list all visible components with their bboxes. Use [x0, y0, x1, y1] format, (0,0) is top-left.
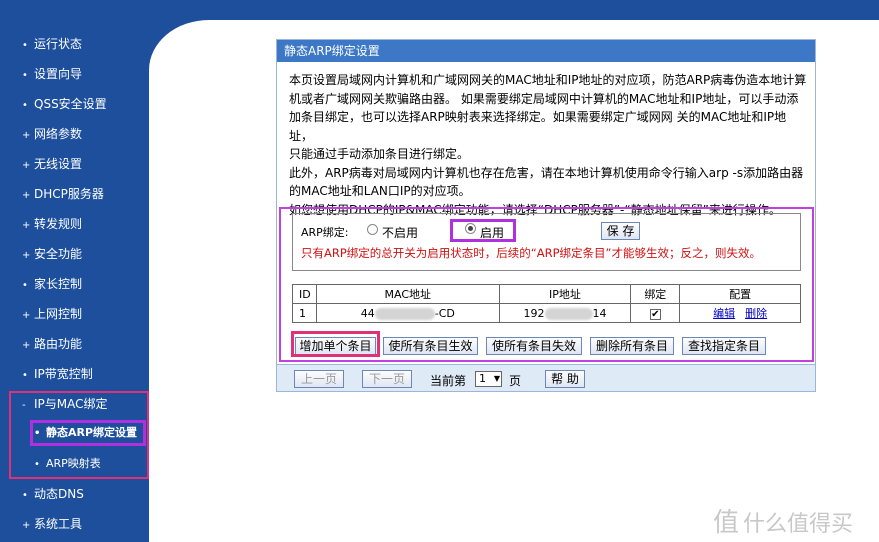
panel-description: 本页设置局域网内计算机和广域网网关的MAC地址和IP地址的对应项，防范ARP病毒…	[289, 73, 807, 217]
arp-binding-label: ARP绑定:	[301, 226, 349, 239]
radio-disable-label: 不启用	[382, 226, 419, 240]
nav-item-ddns[interactable]: • 动态DNS	[0, 479, 149, 509]
nav-item-dhcp[interactable]: + DHCP服务器	[0, 179, 149, 209]
nav-item-forwarding[interactable]: + 转发规则	[0, 209, 149, 239]
col-mac: MAC地址	[315, 284, 500, 304]
nav-item-bandwidth[interactable]: • IP带宽控制	[0, 359, 149, 389]
nav-active-highlight	[30, 420, 146, 446]
redacted-mac	[374, 307, 435, 320]
prev-page-button[interactable]: 上一页	[294, 370, 344, 388]
nav-item-setup-wizard[interactable]: • 设置向导	[0, 59, 149, 89]
col-id: ID	[292, 284, 317, 304]
col-config: 配置	[679, 284, 801, 304]
page-select[interactable]: 1	[475, 371, 502, 387]
save-button[interactable]: 保 存	[601, 222, 640, 240]
nav-item-access-control[interactable]: + 上网控制	[0, 299, 149, 329]
nav-item-running-status[interactable]: • 运行状态	[0, 29, 149, 59]
arp-switch-box	[292, 213, 801, 271]
nav-item-qss[interactable]: • QSS安全设置	[0, 89, 149, 119]
row-ip: 192 14	[498, 303, 632, 323]
arp-binding-table: ID MAC地址 IP地址 绑定 配置 1 44 -CD 192 14 ✔ 编辑 删除	[292, 284, 801, 323]
nav-item-wireless[interactable]: + 无线设置	[0, 149, 149, 179]
col-ip: IP地址	[498, 284, 632, 304]
enable-all-button[interactable]: 使所有条目生效	[383, 337, 478, 355]
panel-title: 静态ARP绑定设置	[277, 40, 815, 62]
help-button[interactable]: 帮 助	[545, 370, 585, 388]
next-page-button[interactable]: 下一页	[362, 370, 412, 388]
nav-item-routing[interactable]: + 路由功能	[0, 329, 149, 359]
redacted-ip	[544, 307, 593, 320]
watermark-text: 什么值得买	[743, 512, 854, 537]
radio-disable[interactable]	[367, 224, 378, 235]
edit-link[interactable]: 编辑	[713, 307, 735, 320]
binding-warning: 只有ARP绑定的总开关为启用状态时，后续的“ARP绑定条目”才能够生效；反之，则…	[301, 246, 761, 260]
disable-all-button[interactable]: 使所有条目失效	[486, 337, 582, 355]
row-config: 编辑 删除	[679, 303, 801, 323]
watermark-logo-icon: 值	[713, 508, 740, 538]
table-row: 1 44 -CD 192 14 ✔ 编辑 删除	[292, 303, 801, 323]
nav-item-security[interactable]: + 安全功能	[0, 239, 149, 269]
row-id: 1	[292, 303, 317, 323]
nav-item-parental[interactable]: • 家长控制	[0, 269, 149, 299]
delete-all-button[interactable]: 删除所有条目	[590, 337, 674, 355]
table-header-row: ID MAC地址 IP地址 绑定 配置	[292, 284, 801, 304]
nav-item-network[interactable]: + 网络参数	[0, 119, 149, 149]
row-mac: 44 -CD	[315, 303, 500, 323]
enable-highlight	[450, 219, 516, 242]
page-unit-label: 页	[509, 374, 522, 388]
top-banner	[0, 0, 879, 20]
bound-checkbox[interactable]: ✔	[649, 308, 661, 320]
row-bound: ✔	[630, 303, 681, 323]
delete-link[interactable]: 删除	[745, 307, 767, 320]
current-page-label: 当前第	[430, 374, 467, 388]
watermark: 值什么值得买	[713, 502, 853, 539]
find-entry-button[interactable]: 查找指定条目	[682, 337, 766, 355]
add-entry-highlight	[291, 331, 380, 357]
col-bound: 绑定	[630, 284, 681, 304]
nav-item-system-tools[interactable]: + 系统工具	[0, 509, 149, 539]
